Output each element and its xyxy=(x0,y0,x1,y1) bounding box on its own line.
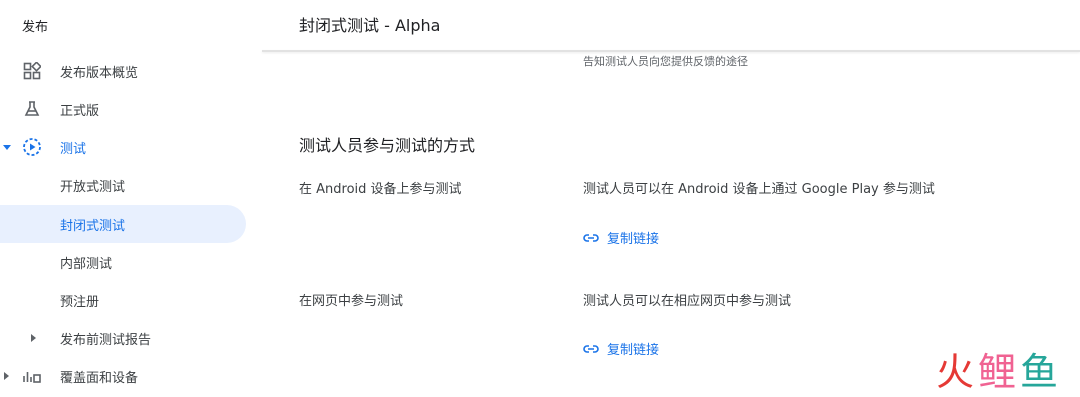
web-testing-description: 测试人员可以在相应网页中参与测试 xyxy=(583,294,792,309)
sidebar-section-header: 发布 xyxy=(22,20,49,35)
android-testing-description: 测试人员可以在 Android 设备上通过 Google Play 参与测试 xyxy=(583,182,935,197)
dashboard-icon xyxy=(22,61,42,81)
sidebar-item-label: 封闭式测试 xyxy=(60,218,126,234)
bar-chart-icon xyxy=(22,366,42,386)
copy-link-button[interactable]: 复制链接 xyxy=(583,339,659,358)
sidebar-item-label: 开放式测试 xyxy=(60,179,126,195)
feedback-hint: 告知测试人员向您提供反馈的途径 xyxy=(583,55,748,68)
watermark-char: 火 xyxy=(935,350,974,394)
section-title: 测试人员参与测试的方式 xyxy=(299,136,476,155)
sidebar-item-open-testing[interactable]: 开放式测试 xyxy=(0,166,246,204)
copy-link-label: 复制链接 xyxy=(607,232,660,247)
chevron-right-icon xyxy=(31,334,36,342)
sidebar-item-pre-launch-report[interactable]: 发布前测试报告 xyxy=(0,319,246,357)
sidebar-item-label: 发布版本概览 xyxy=(60,65,139,81)
sidebar-item-testing[interactable]: 测试 xyxy=(0,128,246,166)
main-content: 封闭式测试 - Alpha 告知测试人员向您提供反馈的途径 测试人员参与测试的方… xyxy=(262,0,1080,397)
sidebar-item-label: 预注册 xyxy=(60,294,100,310)
play-circle-icon xyxy=(22,137,42,157)
watermark-char: 鱼 xyxy=(1019,350,1058,394)
watermark-char: 鲤 xyxy=(977,350,1016,394)
copy-link-button[interactable]: 复制链接 xyxy=(583,228,659,247)
link-icon xyxy=(583,233,599,242)
chevron-down-icon xyxy=(3,144,11,150)
sidebar-item-label: 发布前测试报告 xyxy=(60,332,152,348)
sidebar-item-label: 测试 xyxy=(60,141,87,157)
sidebar-item-pre-registration[interactable]: 预注册 xyxy=(0,281,246,319)
sidebar: 发布 发布版本概览 正式版 测试 开放式测试 封闭式测试 内部测试 预注册 发布… xyxy=(0,0,262,397)
android-testing-label: 在 Android 设备上参与测试 xyxy=(299,182,462,197)
link-icon xyxy=(583,344,599,353)
chevron-right-icon xyxy=(4,372,9,380)
sidebar-item-production[interactable]: 正式版 xyxy=(0,90,246,128)
sidebar-item-closed-testing[interactable]: 封闭式测试 xyxy=(0,205,246,243)
page-title: 封闭式测试 - Alpha xyxy=(299,16,441,35)
sidebar-item-label: 正式版 xyxy=(60,103,100,119)
copy-link-label: 复制链接 xyxy=(607,343,660,358)
sidebar-item-release-overview[interactable]: 发布版本概览 xyxy=(0,52,246,90)
sidebar-item-internal-testing[interactable]: 内部测试 xyxy=(0,243,246,281)
sidebar-item-label: 覆盖面和设备 xyxy=(60,370,139,386)
watermark-logo: 火 鲤 鱼 xyxy=(936,353,1058,391)
flask-icon xyxy=(22,99,42,119)
web-testing-label: 在网页中参与测试 xyxy=(299,294,404,309)
sidebar-item-label: 内部测试 xyxy=(60,256,113,272)
header-divider xyxy=(262,50,1080,52)
sidebar-item-reach-and-devices[interactable]: 覆盖面和设备 xyxy=(0,357,246,395)
